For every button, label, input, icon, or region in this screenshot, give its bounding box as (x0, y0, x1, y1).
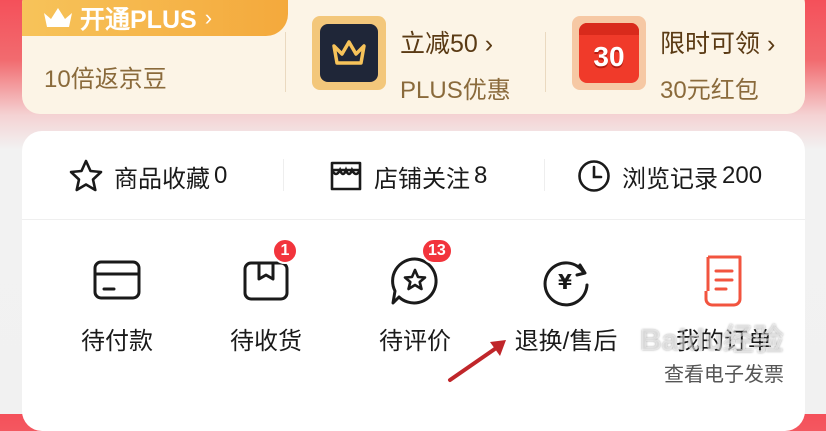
order-list-icon (704, 255, 742, 307)
refund-yen-icon: ¥ (543, 261, 589, 307)
wallet-card-icon (93, 260, 141, 300)
stat-count: 200 (722, 162, 763, 189)
chevron-right-icon: › (204, 5, 213, 30)
stat-label: 商品收藏 (114, 165, 210, 193)
promo-subtitle: 30元红包 (660, 77, 759, 104)
divider (283, 159, 284, 191)
order-refund-aftersale[interactable]: ¥ 退换/售后 (506, 251, 626, 356)
stat-label: 浏览记录 (622, 165, 718, 193)
divider (285, 32, 286, 92)
order-label: 待付款 (81, 328, 153, 355)
open-plus-button[interactable]: 开通PLUS › (22, 0, 288, 36)
order-label: 待收货 (230, 328, 302, 355)
my-orders-card: 商品收藏 0 店铺关注 8 浏览记录 200 待付款 1 待收货 13 待评价 … (22, 131, 805, 431)
plus-subtitle: 10倍返京豆 (44, 66, 167, 93)
order-label: 退换/售后 (514, 328, 618, 355)
notification-badge: 13 (421, 238, 453, 264)
divider (545, 32, 546, 92)
star-icon (69, 159, 103, 192)
order-pending-payment[interactable]: 待付款 (57, 251, 177, 356)
open-plus-label: 开通PLUS (80, 6, 197, 34)
divider (22, 219, 805, 220)
annotation-arrow-icon (448, 340, 506, 382)
calendar-30-icon: 30 (572, 16, 646, 90)
promo-subtitle: PLUS优惠 (400, 77, 511, 104)
promo-title: 限时可领 › (660, 30, 776, 58)
calendar-number: 30 (593, 41, 625, 72)
store-icon (330, 161, 362, 191)
watermark: Baidu经验 (640, 324, 784, 357)
notification-badge: 1 (272, 238, 298, 264)
divider (544, 159, 545, 191)
stat-browse-history[interactable]: 浏览记录 200 (576, 158, 762, 194)
crown-icon (44, 8, 72, 27)
crown-icon (312, 16, 386, 90)
stat-followed-stores[interactable]: 店铺关注 8 (328, 158, 487, 194)
promo-red-packet[interactable]: 30 限时可领 › 30元红包 (572, 16, 775, 105)
plus-membership-card[interactable]: 开通PLUS › 10倍返京豆 立减50 › PLUS优惠 30 限时可领 › (22, 0, 805, 114)
stat-label: 店铺关注 (374, 165, 470, 193)
clock-icon (578, 160, 610, 192)
e-invoice-link[interactable]: 查看电子发票 (654, 358, 794, 387)
promo-title: 立减50 › (400, 30, 494, 58)
stat-count: 8 (474, 162, 488, 189)
order-pending-delivery[interactable]: 1 待收货 (206, 238, 326, 356)
svg-text:¥: ¥ (558, 270, 572, 294)
promo-discount[interactable]: 立减50 › PLUS优惠 (312, 16, 511, 105)
stat-favorites[interactable]: 商品收藏 0 (68, 158, 227, 194)
stat-count: 0 (214, 162, 228, 189)
